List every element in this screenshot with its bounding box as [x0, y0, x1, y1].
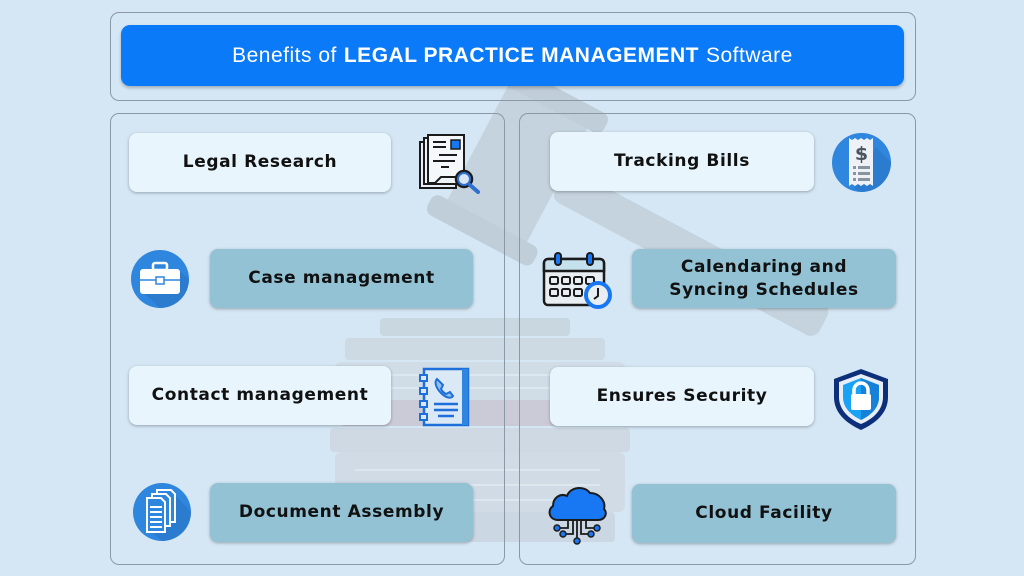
- documents-icon: [133, 483, 191, 541]
- benefit-card-case-management: Case management: [210, 249, 473, 308]
- benefit-label: Tracking Bills: [614, 151, 750, 171]
- benefit-card-document-assembly: Document Assembly: [210, 483, 473, 542]
- benefit-card-contact-management: Contact management: [129, 366, 391, 425]
- bill-receipt-icon: $: [832, 133, 891, 192]
- briefcase-icon: [131, 250, 189, 308]
- document-search-icon: [419, 134, 480, 194]
- title-prefix: Benefits of: [232, 43, 337, 67]
- benefit-label: Document Assembly: [238, 502, 445, 522]
- benefit-label: Case management: [248, 268, 435, 288]
- benefit-label: Legal Research: [182, 152, 338, 172]
- title-suffix: Software: [705, 43, 793, 67]
- benefit-label-line2: Syncing Schedules: [669, 279, 859, 300]
- page-title: Benefits of LEGAL PRACTICE MANAGEMENT So…: [121, 25, 904, 86]
- benefit-label: Cloud Facility: [695, 503, 833, 523]
- svg-text:$: $: [855, 143, 868, 165]
- benefit-card-legal-research: Legal Research: [129, 133, 391, 192]
- calendar-clock-icon: [542, 252, 612, 309]
- benefit-card-security: Ensures Security: [550, 367, 814, 426]
- benefit-label: Contact management: [151, 385, 369, 405]
- security-shield-icon: [834, 369, 888, 430]
- contact-book-icon: [419, 367, 470, 427]
- benefit-card-calendaring: Calendaring and Syncing Schedules: [632, 249, 896, 308]
- cloud-network-icon: [548, 487, 607, 545]
- benefit-label-line1: Calendaring and: [680, 256, 848, 277]
- title-emphasis: LEGAL PRACTICE MANAGEMENT: [343, 43, 699, 67]
- benefit-label: Ensures Security: [596, 386, 768, 406]
- benefit-card-tracking-bills: Tracking Bills: [550, 132, 814, 191]
- benefit-card-cloud-facility: Cloud Facility: [632, 484, 896, 543]
